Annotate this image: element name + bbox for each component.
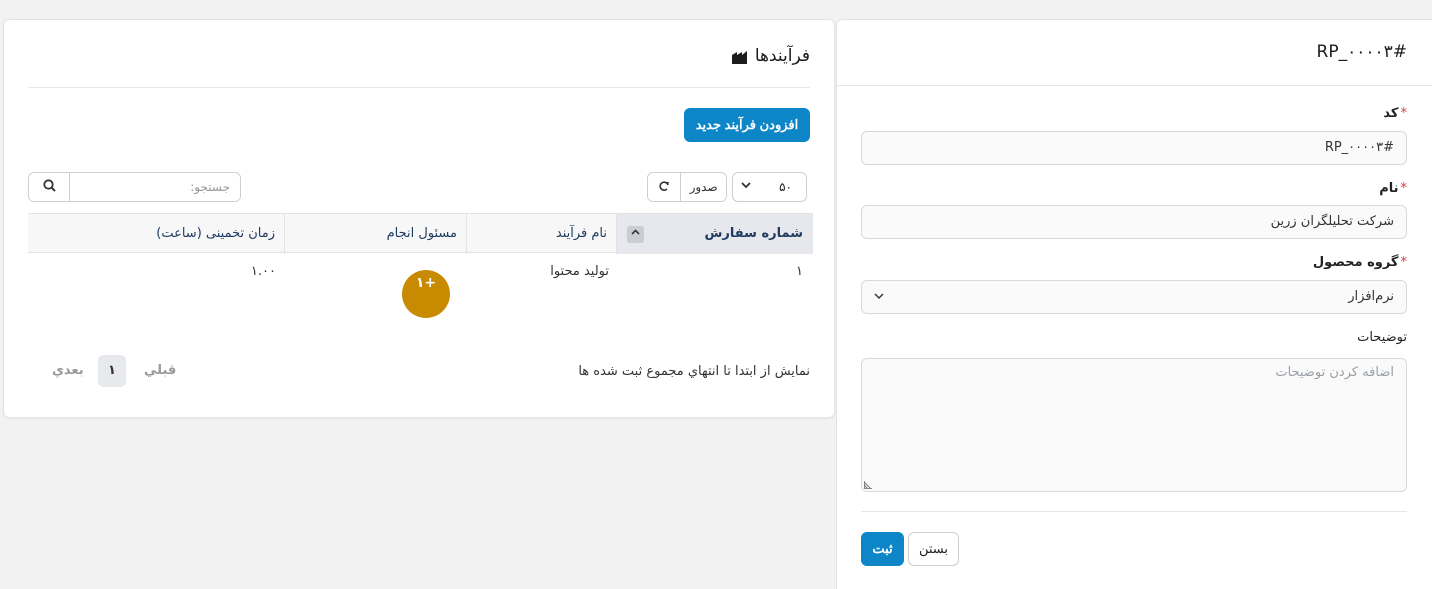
required-mark: * (1400, 106, 1408, 121)
description-placeholder: اضافه کردن توضیحات (1275, 365, 1394, 380)
cell-process: تولید محتوا (550, 264, 609, 279)
industry-icon (731, 49, 749, 64)
pager-prev[interactable]: قبلي (144, 363, 176, 378)
code-label: *کد (1383, 106, 1407, 121)
name-label: *نام (1379, 181, 1407, 196)
product-group-label: *گروه محصول (1312, 255, 1408, 270)
th-assignee[interactable]: مسئول انجام (285, 214, 467, 254)
page-size-value: ۵۰ (779, 180, 792, 194)
search-box (28, 172, 241, 202)
th-order-number[interactable]: شماره سفارش (617, 214, 813, 254)
form-title: RP_۰۰۰۰۳# (1316, 42, 1407, 62)
search-input[interactable] (70, 173, 240, 201)
resize-grip-icon[interactable] (864, 481, 872, 489)
cell-estimate: ۱.۰۰ (250, 264, 276, 279)
search-button[interactable] (29, 173, 70, 201)
sort-asc-icon[interactable] (627, 226, 644, 243)
card-title-text: فرآیندها (754, 46, 810, 66)
description-label: توضیحات (1357, 330, 1407, 345)
pager-current-page[interactable]: ۱ (98, 355, 126, 387)
export-button[interactable]: صدور (681, 173, 726, 201)
cell-order: ۱ (796, 264, 803, 279)
title-divider (28, 87, 810, 88)
product-group-value: نرم‌افزار (1348, 289, 1394, 304)
processes-card: فرآیندها افزودن فرآیند جدید ۵۰ صدور جستج… (3, 19, 835, 418)
product-group-select[interactable]: نرم‌افزار (861, 280, 1407, 314)
form-header: RP_۰۰۰۰۳# (837, 20, 1432, 86)
refresh-button[interactable] (648, 173, 682, 201)
record-form-panel: RP_۰۰۰۰۳# *کد RP_۰۰۰۰۳# *نام شرکت تحلیلگ… (836, 19, 1432, 589)
th-estimate[interactable]: زمان تخمینی (ساعت) (28, 214, 285, 254)
refresh-icon (658, 179, 670, 195)
processes-table: شماره سفارش نام فرآیند مسئول انجام زمان … (28, 213, 813, 318)
avatar[interactable]: ۱+ (402, 270, 450, 318)
pager-next[interactable]: بعدي (52, 363, 84, 378)
description-textarea[interactable]: اضافه کردن توضیحات (861, 358, 1407, 492)
required-mark: * (1400, 255, 1408, 270)
card-title: فرآیندها (731, 46, 810, 66)
add-process-button[interactable]: افزودن فرآیند جدید (684, 108, 810, 142)
code-field[interactable]: RP_۰۰۰۰۳# (861, 131, 1407, 165)
close-button[interactable]: بستن (908, 532, 959, 566)
search-icon (42, 179, 56, 195)
form-divider (861, 511, 1407, 512)
page-size-select[interactable]: ۵۰ (732, 172, 807, 202)
th-process-name[interactable]: نام فرآیند (467, 214, 617, 254)
save-button[interactable]: ثبت (861, 532, 904, 566)
th-label: شماره سفارش (704, 226, 803, 241)
chevron-down-icon (741, 179, 751, 193)
table-row[interactable]: ۱ تولید محتوا ۱+ ۱.۰۰ (28, 253, 813, 318)
export-button-group: صدور (647, 172, 727, 202)
required-mark: * (1400, 181, 1408, 196)
name-field[interactable]: شرکت تحلیلگران زرین (861, 205, 1407, 239)
table-header: شماره سفارش نام فرآیند مسئول انجام زمان … (28, 213, 813, 254)
chevron-down-icon (874, 281, 884, 313)
pagination: بعدي ۱ قبلي (52, 355, 176, 387)
table-info-text: نمایش از ابتدا تا انتهاي مجموع ثبت شده ه… (578, 364, 810, 379)
